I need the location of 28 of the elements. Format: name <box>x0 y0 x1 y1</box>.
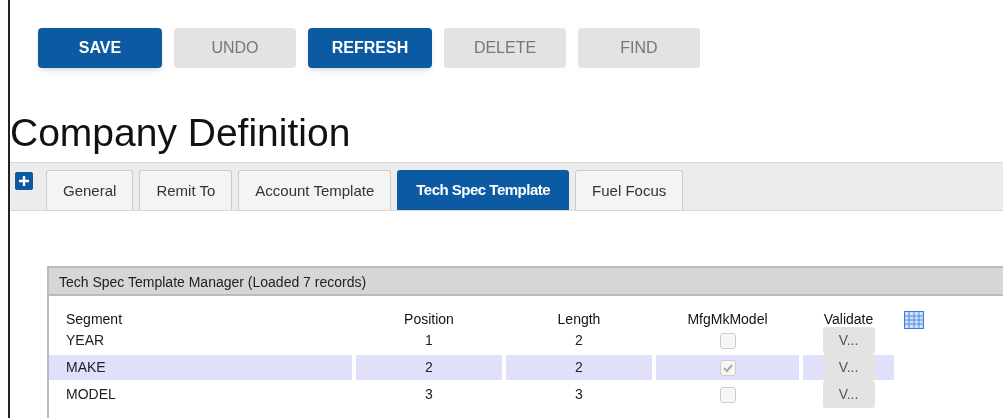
table-cell: 2 <box>506 355 652 380</box>
tab[interactable]: Tech Spec Template <box>397 170 570 210</box>
table-cell-text: MODEL <box>65 385 117 404</box>
toolbar-button[interactable]: REFRESH <box>308 28 432 68</box>
column-header: Validate <box>822 311 875 327</box>
table-cell: 2 <box>356 355 502 380</box>
table-cell-text: 3 <box>574 385 584 404</box>
toolbar-button[interactable]: SAVE <box>38 28 162 68</box>
validate-button[interactable]: V... <box>822 354 875 381</box>
tab[interactable]: General <box>46 170 134 210</box>
column-header: Position <box>403 311 455 327</box>
tab[interactable]: Account Template <box>238 170 392 210</box>
table-cell-text: 1 <box>424 331 434 350</box>
column-header: Segment <box>65 311 124 327</box>
column-header: Length <box>556 311 602 327</box>
grid-icon[interactable] <box>904 311 924 329</box>
validate-button[interactable]: V... <box>822 327 875 354</box>
page-title: Company Definition <box>10 110 352 156</box>
table-cell-text: 2 <box>574 331 584 350</box>
table-cell-text: YEAR <box>65 331 106 350</box>
panel-header: Tech Spec Template Manager (Loaded 7 records) <box>49 268 1003 296</box>
add-icon[interactable] <box>15 172 33 190</box>
table-cell: MAKE <box>49 355 352 380</box>
tab[interactable]: Fuel Focus <box>575 170 684 210</box>
column-header: MfgMkModel <box>686 311 769 327</box>
table-cell-text: 3 <box>424 385 434 404</box>
tab[interactable]: Remit To <box>139 170 233 210</box>
validate-button[interactable]: V... <box>822 381 875 408</box>
